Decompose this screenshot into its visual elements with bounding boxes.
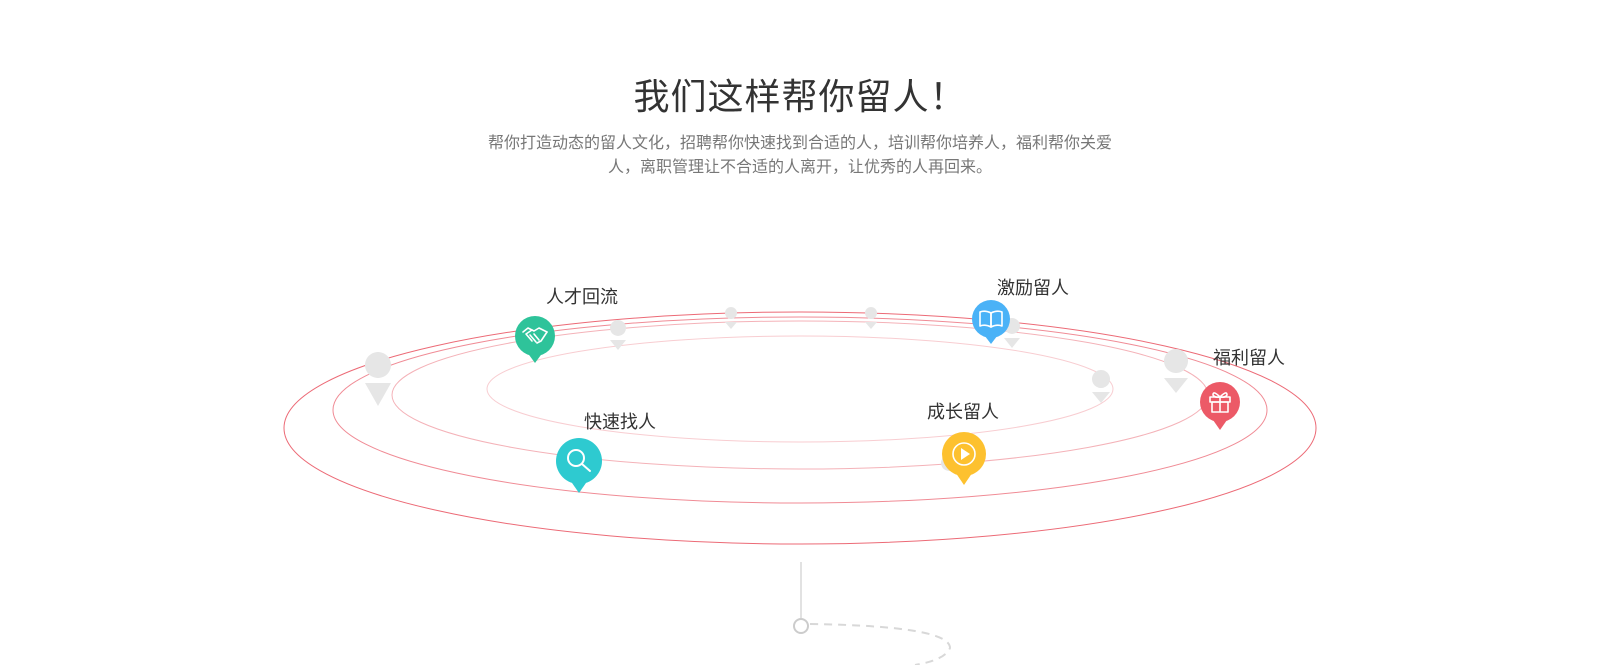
orbit-ring-outer — [283, 311, 1317, 545]
placeholder-pin-icon — [1164, 348, 1189, 393]
orbit-diagram — [283, 300, 1317, 665]
placeholder-markers — [365, 307, 1189, 471]
bottom-connector — [793, 562, 952, 665]
placeholder-pin-icon — [1092, 370, 1111, 403]
pin-incentive[interactable] — [972, 300, 1010, 344]
pin-growth[interactable] — [942, 432, 986, 485]
pin-label-growth[interactable]: 成长留人 — [927, 398, 999, 424]
pin-quick-find[interactable] — [556, 438, 602, 493]
pin-label-talent-return[interactable]: 人才回流 — [546, 283, 618, 309]
pin-label-incentive[interactable]: 激励留人 — [997, 274, 1069, 300]
orbit-ring-2 — [332, 316, 1268, 504]
pin-label-quick-find[interactable]: 快速找人 — [584, 408, 656, 434]
orbit-ring-inner — [486, 335, 1114, 443]
pin-label-welfare[interactable]: 福利留人 — [1213, 344, 1285, 370]
connector-dashed-path — [809, 623, 952, 665]
orbit-ring-3 — [391, 320, 1209, 470]
pin-welfare[interactable] — [1200, 382, 1240, 430]
placeholder-pin-icon — [365, 352, 392, 406]
pin-talent-return[interactable] — [515, 316, 555, 363]
connector-node — [793, 618, 809, 634]
